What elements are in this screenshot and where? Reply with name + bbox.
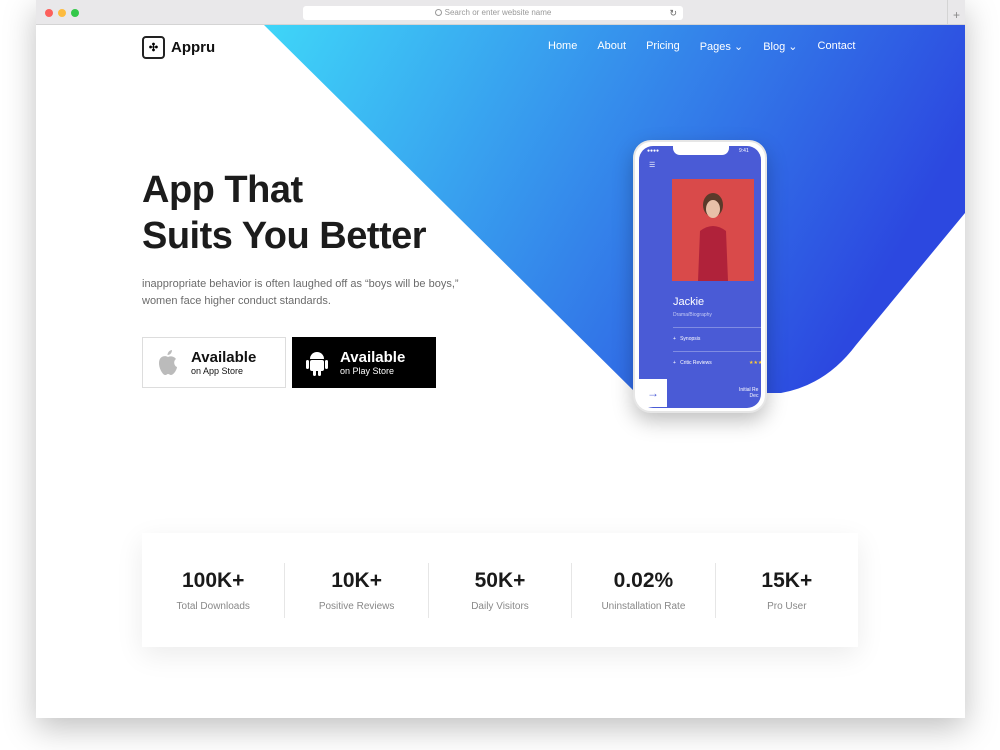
hero-title-line-2: Suits You Better <box>142 215 427 257</box>
phone-mockup: ●●●● 9:41 ☰ Jackie Drama/Biography + Syn… <box>633 140 767 413</box>
signal-icon: ●●●● <box>647 148 660 154</box>
divider <box>673 351 761 352</box>
phone-corner-text: Initial Re Dec <box>739 387 758 399</box>
divider <box>673 327 761 328</box>
stat-item: 100K+ Total Downloads <box>142 562 286 618</box>
minimize-window-button[interactable] <box>58 9 66 17</box>
stat-label: Pro User <box>767 600 807 612</box>
reload-icon[interactable]: ↻ <box>669 6 677 20</box>
nav-blog[interactable]: Blog ⌄ <box>763 40 797 53</box>
critic-reviews-label: Critic Reviews <box>680 360 712 366</box>
app-store-title: Available <box>191 348 257 366</box>
phone-time: 9:41 <box>739 148 749 154</box>
android-icon <box>306 351 328 376</box>
search-icon <box>434 9 442 16</box>
movie-poster <box>672 179 754 281</box>
stat-label: Uninstallation Rate <box>601 600 686 612</box>
stat-value: 15K+ <box>761 568 813 592</box>
chevron-down-icon: ⌄ <box>788 41 798 53</box>
corner-line-2: Dec <box>749 393 759 399</box>
critic-reviews-row[interactable]: + Critic Reviews <box>673 360 712 366</box>
address-placeholder: Search or enter website name <box>444 8 552 17</box>
nav-pages[interactable]: Pages ⌄ <box>700 40 743 53</box>
stat-label: Total Downloads <box>176 600 250 612</box>
brand-logo[interactable]: ✣ Appru <box>142 36 215 59</box>
stat-value: 10K+ <box>331 568 382 592</box>
brand-name: Appru <box>171 39 216 56</box>
stat-label: Positive Reviews <box>318 600 395 612</box>
chevron-down-icon: ⌄ <box>733 41 744 53</box>
apple-icon <box>159 349 177 375</box>
nav-home[interactable]: Home <box>548 40 577 53</box>
hero-description: inappropriate behavior is often laughed … <box>142 278 459 307</box>
new-tab-button[interactable]: + <box>947 0 965 25</box>
stat-item: 0.02% Uninstallation Rate <box>572 562 716 618</box>
nav-contact[interactable]: Contact <box>818 40 856 53</box>
movie-genre: Drama/Biography <box>673 312 712 318</box>
maximize-window-button[interactable] <box>71 9 79 17</box>
stat-value: 100K+ <box>181 568 245 592</box>
poster-image <box>672 179 754 281</box>
nav-about[interactable]: About <box>597 40 626 53</box>
stat-value: 0.02% <box>613 568 674 592</box>
phone-screen: ●●●● 9:41 ☰ Jackie Drama/Biography + Syn… <box>639 146 761 408</box>
close-window-button[interactable] <box>45 9 53 17</box>
stat-item: 10K+ Positive Reviews <box>285 562 429 618</box>
play-store-title: Available <box>340 348 406 366</box>
address-bar[interactable]: Search or enter website name ↻ <box>303 6 683 20</box>
logo-icon: ✣ <box>142 36 165 59</box>
hero-title: App That Suits You Better <box>142 167 427 259</box>
nav-pricing[interactable]: Pricing <box>646 40 680 53</box>
play-store-button[interactable]: Available on Play Store <box>292 337 436 388</box>
nav-blog-label: Blog <box>763 41 786 53</box>
movie-title: Jackie <box>673 296 705 308</box>
synopsis-row[interactable]: + Synopsis <box>673 336 700 342</box>
app-store-subtitle: on App Store <box>191 365 244 376</box>
browser-window: Search or enter website name ↻ + ✣ Appru… <box>36 0 965 718</box>
stat-item: 50K+ Daily Visitors <box>429 562 573 618</box>
arrow-right-icon[interactable]: → <box>639 379 667 407</box>
synopsis-label: Synopsis <box>680 336 701 342</box>
play-store-subtitle: on Play Store <box>340 365 395 376</box>
browser-toolbar: Search or enter website name ↻ + <box>36 0 965 25</box>
hero-title-line-1: App That <box>142 169 303 211</box>
stat-value: 50K+ <box>474 568 526 592</box>
menu-icon: ☰ <box>649 162 656 169</box>
stats-panel: 100K+ Total Downloads 10K+ Positive Revi… <box>142 533 858 647</box>
main-navigation: Home About Pricing Pages ⌄ Blog ⌄ Contac… <box>548 40 855 53</box>
nav-pages-label: Pages <box>699 41 731 53</box>
app-store-button[interactable]: Available on App Store <box>142 337 286 388</box>
rating-stars: ★★★ <box>749 360 761 366</box>
phone-notch <box>673 146 729 155</box>
stat-label: Daily Visitors <box>471 600 529 612</box>
stat-item: 15K+ Pro User <box>716 563 858 618</box>
landing-page: ✣ Appru Home About Pricing Pages ⌄ Blog … <box>36 25 965 718</box>
